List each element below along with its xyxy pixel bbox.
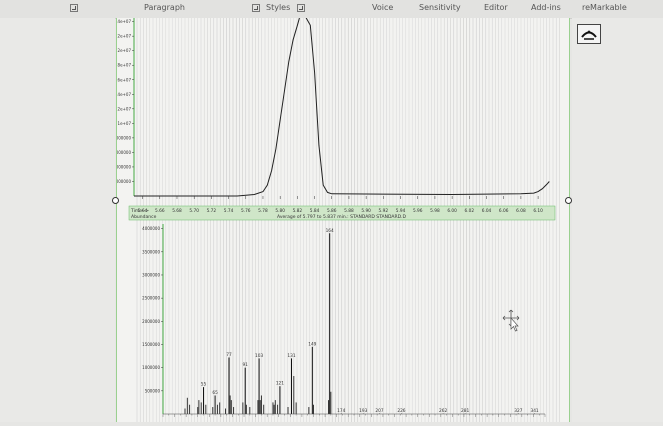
image-resize-handle-left[interactable] <box>112 197 119 204</box>
styles-group-label: Styles <box>266 3 291 12</box>
spectrum-y-tick-label: 1500000 <box>142 342 160 347</box>
spectrum-peak-label: 77 <box>226 352 232 358</box>
chromatogram-x-tick-label: 6.02 <box>465 208 475 214</box>
chromatogram-x-tick-label: 5.78 <box>258 208 268 214</box>
tab-sensitivity[interactable]: Sensitivity <box>419 3 461 12</box>
tab-voice[interactable]: Voice <box>372 3 393 12</box>
spectrum-peak-label: 281 <box>461 408 469 414</box>
tab-editor[interactable]: Editor <box>484 3 508 12</box>
remarkable-icon <box>581 30 597 40</box>
chromatogram-x-tick-label: 5.88 <box>344 208 354 214</box>
chromatogram-y-tick-label: 8000000 <box>117 135 131 140</box>
chromatogram-y-tick-label: 4000000 <box>117 164 131 169</box>
mass-spectrum-plot: 4000000 3500000 3000000 2500000 2000000 15000… <box>142 224 546 417</box>
chromatogram-y-tick-label: 1e+07 <box>118 121 132 126</box>
spectrum-peak-label: 207 <box>375 408 383 414</box>
tab-remarkable[interactable]: reMarkable <box>582 3 627 12</box>
paragraph-group-label: Paragraph <box>144 3 185 12</box>
paragraph-dialog-launcher-icon[interactable] <box>252 4 260 12</box>
chromatogram-x-tick-label: 6.06 <box>499 208 509 214</box>
chromatogram-x-tick-label: 5.98 <box>430 208 440 214</box>
spectrum-peak-label: 262 <box>439 408 447 414</box>
spectrum-peak-label: 131 <box>287 353 295 359</box>
chromatogram-y-tick-label: 1.8e+07 <box>117 63 131 68</box>
spectrum-caption: Average of 5.797 to 5.837 min.: STANDARD… <box>277 214 406 220</box>
ribbon: Paragraph Styles Voice Sensitivity Edito… <box>0 0 663 19</box>
spectrum-y-tick-label: 4000000 <box>142 226 160 231</box>
chromatogram-y-tick-label: 1.4e+07 <box>117 92 131 97</box>
spectrum-y-tick-label: 2000000 <box>142 319 160 324</box>
move-cursor-icon <box>502 309 520 332</box>
chromatogram-x-tick-label: 6.08 <box>516 208 526 214</box>
spectrum-y-tick-label: 3000000 <box>142 272 160 277</box>
spectrum-peak-label: 55 <box>201 382 207 388</box>
spectrum-peak-label: 149 <box>308 341 316 347</box>
chromatogram-x-tick-label: 5.70 <box>189 208 199 214</box>
chromatogram-x-tick-label: 6.00 <box>447 208 457 214</box>
chromatogram-y-tick-label: 2e+07 <box>118 48 132 53</box>
chromatogram-y-tick-label: 2.4e+07 <box>117 19 131 24</box>
chromatogram-x-tick-label: 5.82 <box>293 208 303 214</box>
left-margin-area <box>0 18 115 422</box>
chromatogram-x-tick-label: 6.04 <box>482 208 492 214</box>
spectrum-y-tick-label: 3500000 <box>142 249 160 254</box>
embedded-chart-image[interactable]: 2.4e+07 2.2e+07 2e+07 1.8e+07 1.6e+07 1.4e+07… <box>113 13 569 422</box>
chromatogram-x-tick-label: 5.84 <box>310 208 320 214</box>
chromatogram-y-tick-label: 1.6e+07 <box>117 77 131 82</box>
spectrum-peak-label: 341 <box>530 408 538 414</box>
chromatogram-x-tick-label: 5.72 <box>207 208 217 214</box>
chromatogram-x-tick-label: 5.92 <box>379 208 389 214</box>
chromatogram-x-tick-label: 5.90 <box>361 208 371 214</box>
spectrum-y-tick-label: 1000000 <box>142 365 160 370</box>
chromatogram-x-tick-label: 6.10 <box>533 208 543 214</box>
document-page: 2.4e+07 2.2e+07 2e+07 1.8e+07 1.6e+07 1.4e+07… <box>113 13 570 422</box>
spectrum-peak-label: 327 <box>514 408 522 414</box>
chromatogram-x-tick-label: 5.80 <box>275 208 285 214</box>
chromatogram-x-tick-label: 5.86 <box>327 208 337 214</box>
abundance-label: Abundance <box>131 214 157 220</box>
chromatogram-x-tick-label: 5.74 <box>224 208 234 214</box>
chromatogram-x-tick-label: 5.94 <box>396 208 406 214</box>
chromatogram-x-tick-label: 5.96 <box>413 208 423 214</box>
spectrum-peak-label: 226 <box>397 408 405 414</box>
spectrum-peak-label: 164 <box>326 228 334 234</box>
spectrum-peak-label: 174 <box>337 408 345 414</box>
chromatogram-y-tick-label: 1.2e+07 <box>117 106 131 111</box>
spectrum-peak-label: 193 <box>359 408 367 414</box>
chromatogram-y-tick-label: 2.2e+07 <box>117 34 131 39</box>
spectrum-peak-label: 91 <box>242 362 248 368</box>
chromatogram-y-tick-label: 2000000 <box>117 179 131 184</box>
spectrum-peak-label: 103 <box>255 353 263 359</box>
chromatogram-x-tick-label: 5.68 <box>172 208 182 214</box>
font-dialog-launcher-icon[interactable] <box>70 4 78 12</box>
tab-add-ins[interactable]: Add-ins <box>531 3 561 12</box>
image-resize-handle-right[interactable] <box>565 197 572 204</box>
chromatogram-x-tick-label: 5.64 <box>138 208 148 214</box>
right-margin-area <box>572 18 663 422</box>
spectrum-peak-label: 121 <box>276 381 284 387</box>
chromatogram-x-tick-label: 5.76 <box>241 208 251 214</box>
spectrum-peak-label: 65 <box>212 390 218 396</box>
spectrum-y-tick-label: 500000 <box>145 388 161 393</box>
styles-dialog-launcher-icon[interactable] <box>297 4 305 12</box>
chromatogram-x-tick-label: 5.66 <box>155 208 165 214</box>
remarkable-send-button[interactable] <box>577 24 601 44</box>
chromatogram-y-tick-label: 6000000 <box>117 150 131 155</box>
spectrum-y-tick-label: 2500000 <box>142 296 160 301</box>
